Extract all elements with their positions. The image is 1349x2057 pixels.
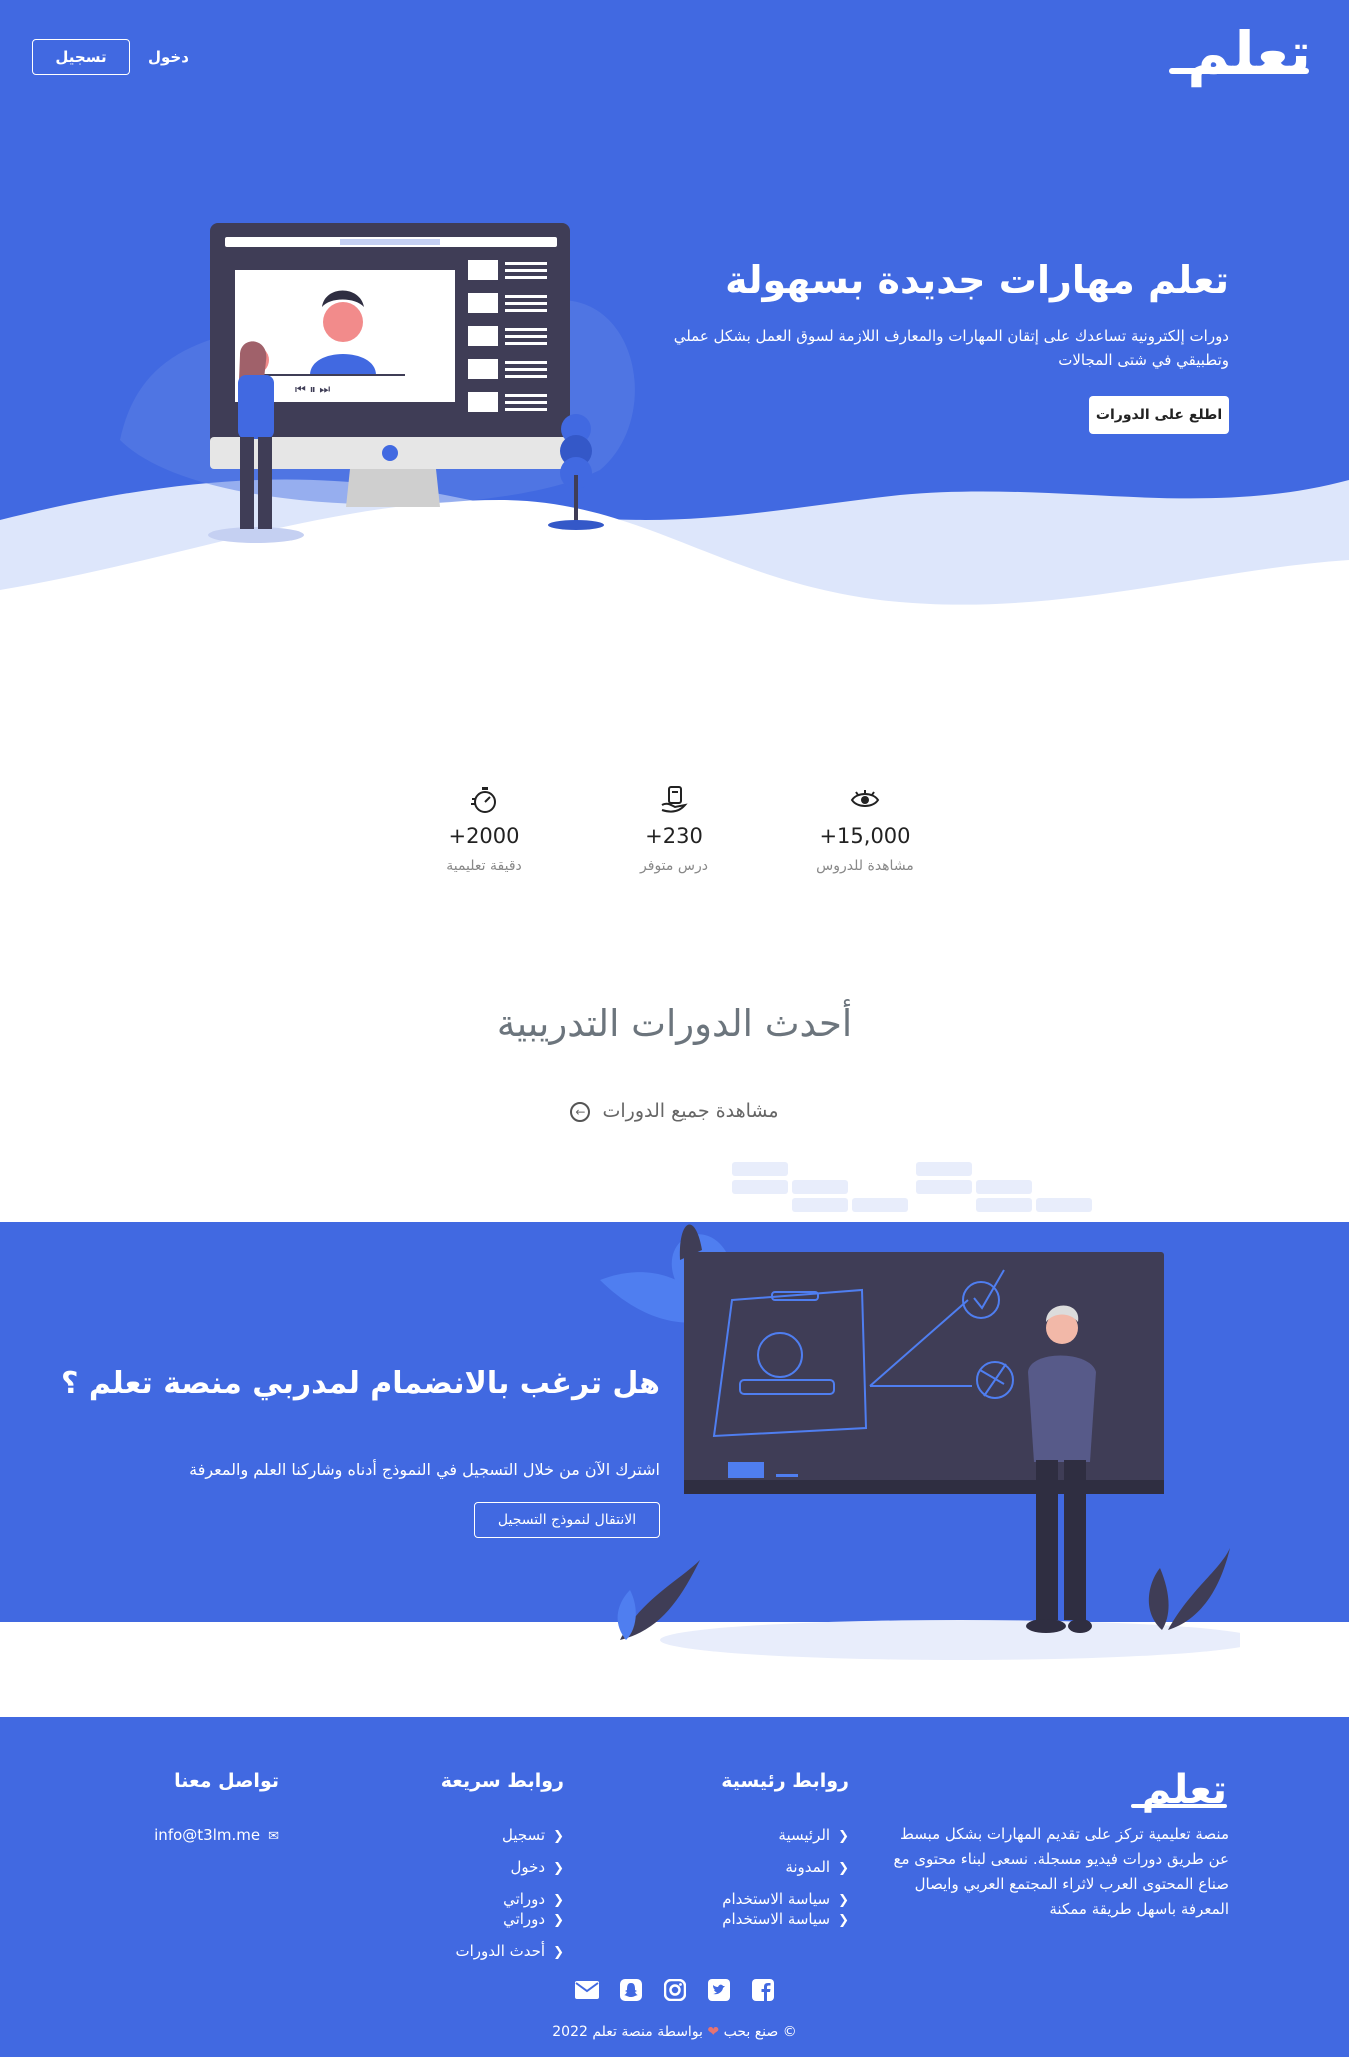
footer-link-home[interactable]: ❮الرئيسية xyxy=(721,1820,849,1852)
chevron-left-icon: ❮ xyxy=(838,1913,849,1928)
login-link[interactable]: دخول xyxy=(148,48,189,66)
footer-main-links-title: روابط رئيسية xyxy=(721,1770,849,1792)
footer-quick-links-title: روابط سريعة xyxy=(440,1770,564,1792)
mail-icon[interactable] xyxy=(574,1978,599,2002)
stat-value: +230 xyxy=(645,824,703,848)
latest-courses-title: أحدث الدورات التدريبية xyxy=(496,1002,853,1045)
stat-label: درس متوفر xyxy=(640,858,708,874)
snapchat-icon[interactable] xyxy=(619,1978,643,2002)
register-button[interactable]: تسجيل xyxy=(32,39,130,75)
player-controls: ⏮ ⏸ ⏭ xyxy=(295,382,330,396)
chevron-left-icon: ❮ xyxy=(838,1829,849,1844)
footer-link-my-courses[interactable]: ❮دوراتي xyxy=(441,1890,564,1910)
instagram-icon[interactable] xyxy=(663,1978,687,2002)
browse-courses-button[interactable]: اطلع على الدورات xyxy=(1089,396,1229,434)
twitter-icon[interactable] xyxy=(707,1978,731,2002)
chevron-left-icon: ❮ xyxy=(553,1829,564,1844)
stat-label: مشاهدة للدروس xyxy=(816,858,914,874)
chevron-left-icon: ❮ xyxy=(838,1893,849,1908)
hero-section: تعلم تسجيل دخول ⏮ ⏸ ⏭ تعلم مهارات جديدة … xyxy=(0,0,1349,630)
footer-link-latest-courses[interactable]: ❮أحدث الدورات xyxy=(441,1936,565,1968)
logo-underline xyxy=(1169,68,1309,74)
heart-icon: ❤ xyxy=(707,2024,720,2040)
footer-quick-links: روابط سريعة ❮تسجيل ❮دخول ❮دوراتي ❮دوراتي… xyxy=(441,1770,564,1968)
go-to-registration-form-button[interactable]: الانتقال لنموذج التسجيل xyxy=(474,1502,660,1538)
copyright-prefix: © صنع بحب xyxy=(723,2024,797,2040)
footer-link-login[interactable]: ❮دخول xyxy=(441,1852,564,1884)
eye-icon xyxy=(790,780,940,820)
stat-value: +15,000 xyxy=(819,824,911,848)
stat-views: +15,000 مشاهدة للدروس xyxy=(790,780,940,874)
footer-email-link[interactable]: ✉info@t3lm.me xyxy=(154,1820,279,1852)
stat-lessons: +230 درس متوفر xyxy=(599,780,749,874)
monitor-stand xyxy=(346,469,440,507)
footer-link-blog[interactable]: ❮المدونة xyxy=(721,1852,849,1884)
chevron-left-icon: ❮ xyxy=(553,1893,564,1908)
footer-contact: تواصل معنا ✉info@t3lm.me xyxy=(154,1770,279,1852)
join-title: هل ترغب بالانضمام لمدربي منصة تعلم ؟ xyxy=(60,1366,660,1401)
footer-about: منصة تعليمية تركز على تقديم المهارات بشك… xyxy=(893,1825,1229,1918)
footer-logo-underline xyxy=(1131,1804,1227,1808)
footer-contact-title: تواصل معنا xyxy=(174,1770,279,1792)
hero-description: دورات إلكترونية تساعدك على إتقان المهارا… xyxy=(673,327,1229,369)
facebook-icon[interactable] xyxy=(751,1978,775,2002)
footer-main-links: روابط رئيسية ❮الرئيسية ❮المدونة ❮سياسة ا… xyxy=(721,1770,849,1930)
teacher-body xyxy=(1028,1355,1096,1462)
stat-label: دقيقة تعليمية xyxy=(446,858,522,874)
chevron-left-icon: ❮ xyxy=(553,1945,564,1960)
chevron-left-icon: ❮ xyxy=(553,1861,564,1876)
student-body xyxy=(238,375,274,439)
copyright: © صنع بحب ❤ بواسطة منصة تعلم 2022 xyxy=(0,2024,1349,2040)
copyright-suffix: بواسطة منصة تعلم 2022 xyxy=(552,2024,703,2040)
stat-value: +2000 xyxy=(448,824,520,848)
plant-right xyxy=(1168,1548,1230,1630)
view-all-courses-link[interactable]: مشاهدة جميع الدورات ← xyxy=(0,1100,1349,1122)
view-all-label: مشاهدة جميع الدورات xyxy=(602,1100,779,1122)
footer-link-my-courses[interactable]: ❮دوراتي xyxy=(441,1910,564,1930)
instructor-face xyxy=(323,302,363,342)
footer-link-register[interactable]: ❮تسجيل xyxy=(441,1820,564,1852)
footer-link-usage-policy[interactable]: ❮سياسة الاستخدام xyxy=(721,1890,849,1910)
stopwatch-icon xyxy=(409,780,559,820)
chevron-left-icon: ❮ xyxy=(838,1861,849,1876)
monitor-button xyxy=(382,445,398,461)
envelope-icon: ✉ xyxy=(268,1829,279,1844)
chevron-left-icon: ❮ xyxy=(553,1913,564,1928)
hero-title: تعلم مهارات جديدة بسهولة xyxy=(725,258,1229,302)
footer-link-usage-policy[interactable]: ❮سياسة الاستخدام xyxy=(721,1910,849,1930)
stat-minutes: +2000 دقيقة تعليمية xyxy=(409,780,559,874)
circle-arrow-left-icon: ← xyxy=(570,1101,591,1122)
social-links xyxy=(0,1978,1349,2002)
teacher-illustration xyxy=(600,1224,1240,1660)
monitor-illustration: ⏮ ⏸ ⏭ xyxy=(208,223,604,543)
join-description: اشترك الآن من خلال التسجيل في النموذج أد… xyxy=(189,1460,660,1479)
lesson-hand-icon xyxy=(599,780,749,820)
